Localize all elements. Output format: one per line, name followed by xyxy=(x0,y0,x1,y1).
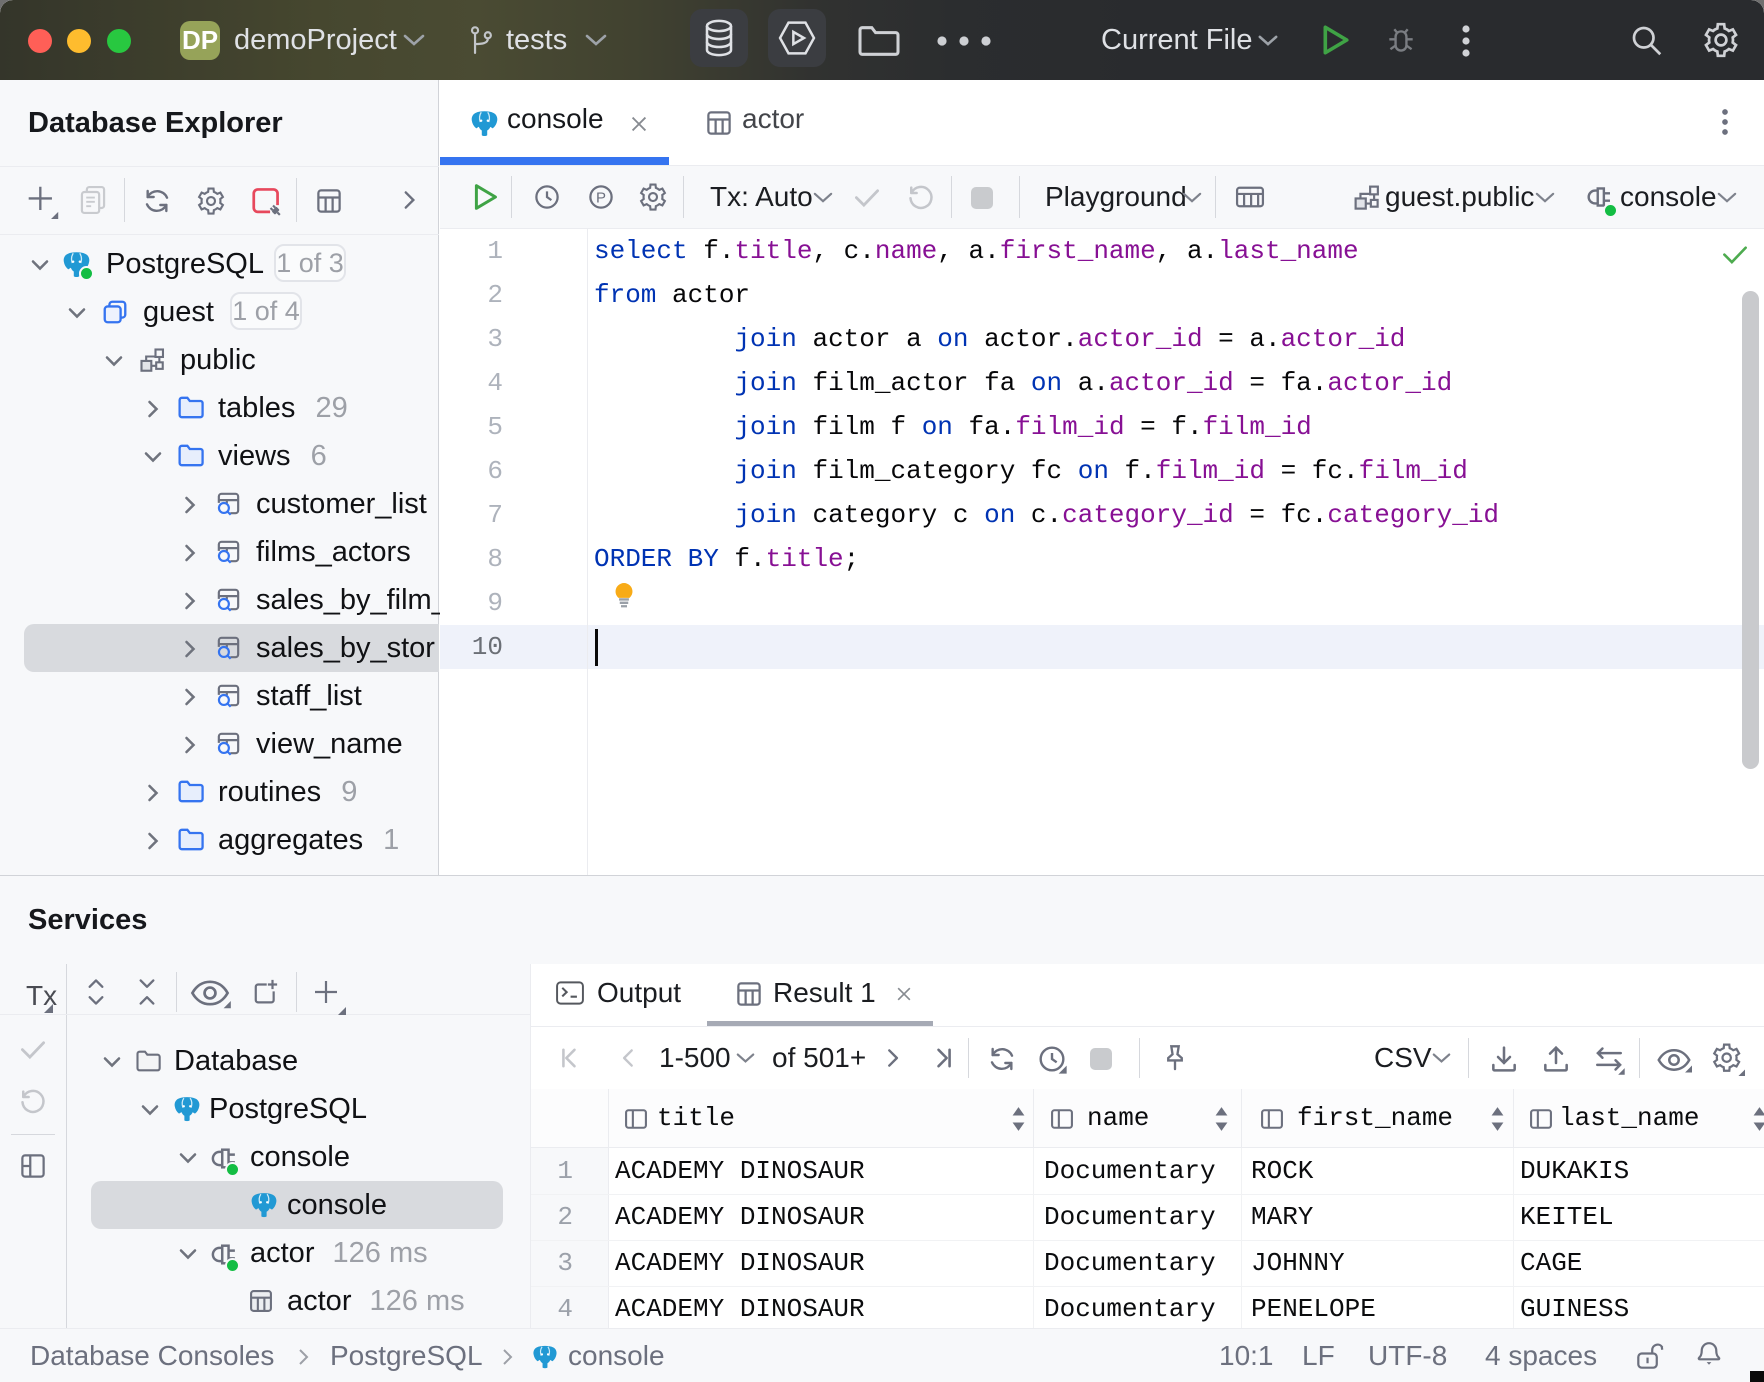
svg-text:P: P xyxy=(596,190,606,207)
